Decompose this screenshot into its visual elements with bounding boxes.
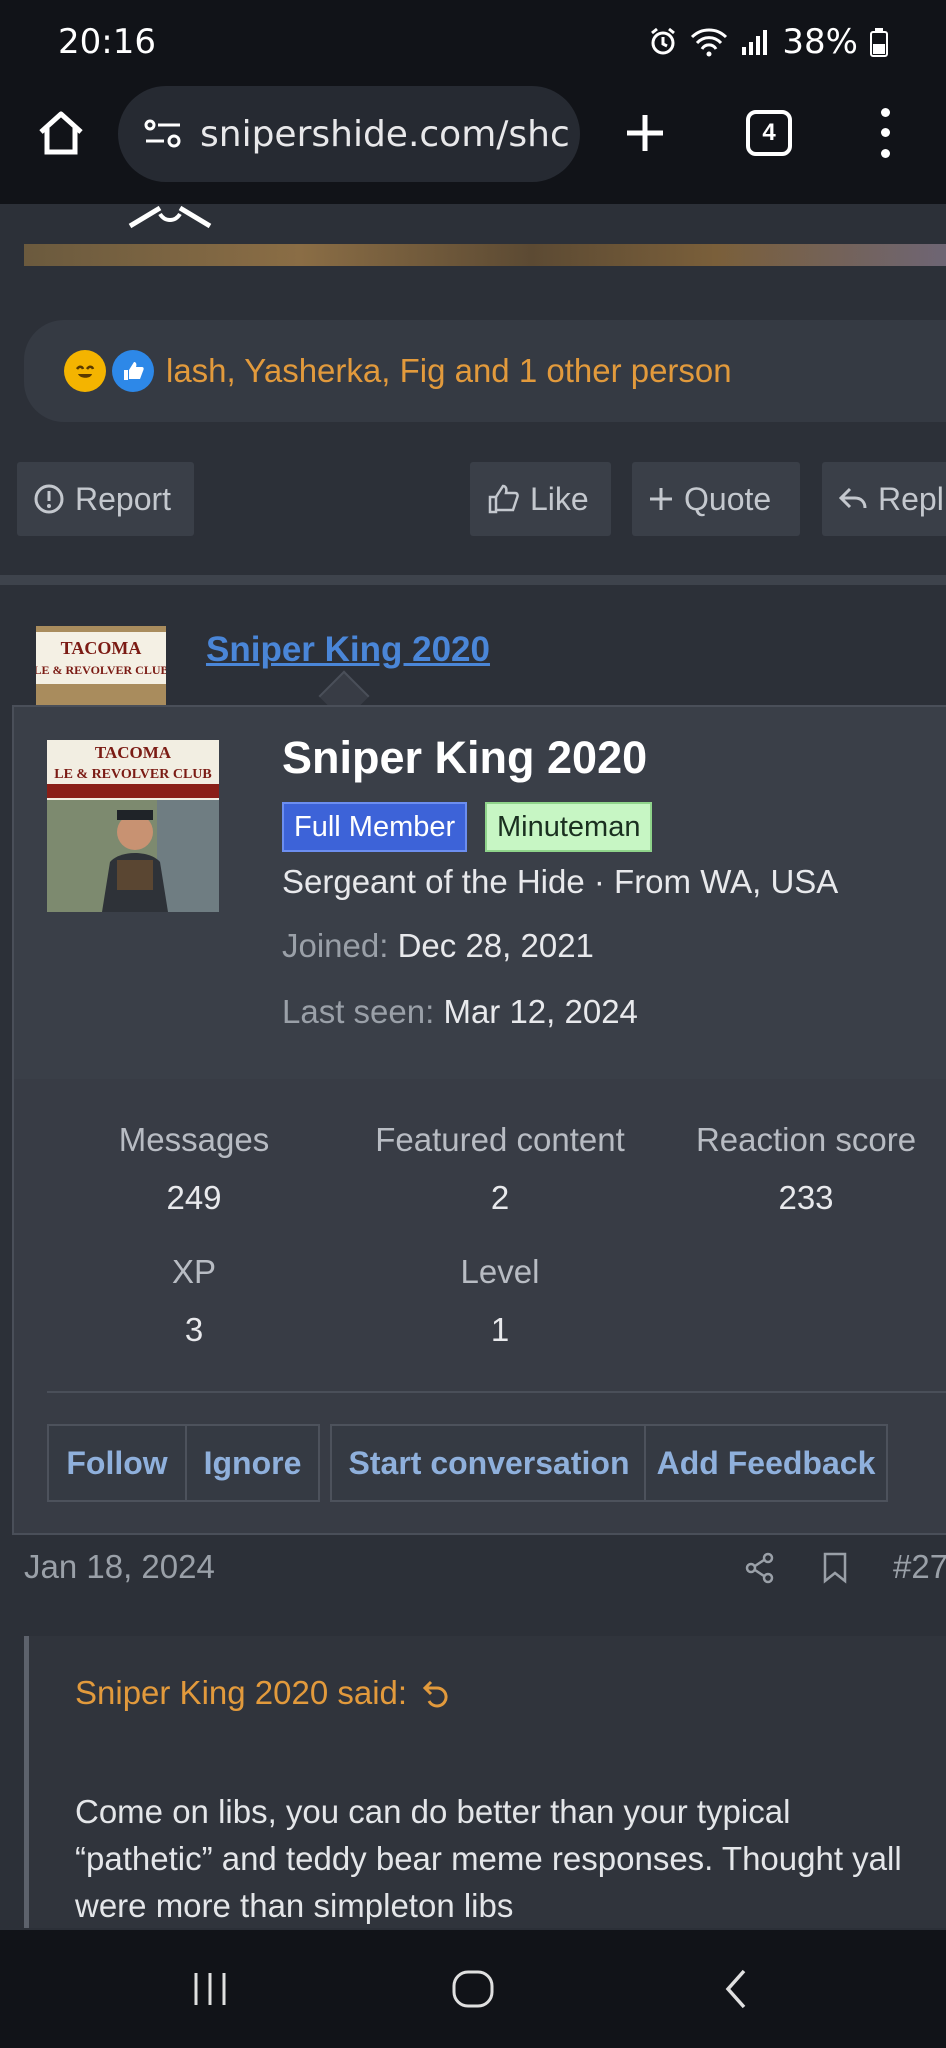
svg-text:LE & REVOLVER CLUB: LE & REVOLVER CLUB: [36, 663, 166, 677]
reply-button[interactable]: Repl: [822, 462, 946, 536]
member-name[interactable]: Sniper King 2020: [282, 732, 647, 784]
stat-level-label: Level: [460, 1253, 540, 1290]
recent-apps-icon: [194, 1973, 226, 2005]
wifi-icon: [691, 28, 728, 57]
bookmark-icon[interactable]: [822, 1552, 848, 1584]
post-image-strip: [0, 204, 946, 266]
browser-toolbar: snipershide.com/shc 4: [0, 80, 946, 204]
jump-to-quote-icon: [422, 1680, 448, 1708]
last-seen-value: Mar 12, 2024: [443, 993, 638, 1030]
reply-label: Repl: [878, 480, 944, 517]
reply-icon: [838, 487, 867, 509]
stat-featured-value[interactable]: 2: [350, 1179, 650, 1217]
post-avatar[interactable]: TACOMA LE & REVOLVER CLUB: [36, 626, 166, 706]
system-nav-bar: [0, 1930, 946, 2048]
report-button[interactable]: Report: [17, 462, 194, 536]
home-icon: [39, 111, 83, 155]
member-title-line: Sergeant of the Hide · From WA, USA: [282, 863, 839, 900]
stat-xp-label: XP: [171, 1253, 217, 1290]
stat-featured-label: Featured content: [375, 1121, 625, 1158]
reactions-list-link[interactable]: lash, Yasherka, Fig and 1 other person: [166, 352, 732, 390]
back-button[interactable]: [706, 1960, 766, 2018]
thumbs-up-icon: [488, 484, 519, 514]
status-bar: 20:16 38%: [0, 0, 946, 80]
home-button[interactable]: [30, 102, 92, 164]
member-last-seen: Last seen: Mar 12, 2024: [282, 993, 638, 1031]
joined-value: Dec 28, 2021: [397, 927, 594, 964]
badge-minuteman: Minuteman: [485, 802, 653, 852]
crossed-rifles-image: [128, 205, 212, 229]
status-icons: 38%: [648, 22, 888, 62]
quote-button[interactable]: Quote: [632, 462, 800, 536]
stat-level-value: 1: [490, 1311, 510, 1348]
member-joined: Joined: Dec 28, 2021: [282, 927, 594, 965]
badge-full-member: Full Member: [282, 802, 468, 852]
post-date[interactable]: Jan 18, 2024: [24, 1548, 215, 1586]
stats-divider: [47, 1391, 946, 1393]
site-settings-icon[interactable]: [140, 111, 186, 157]
signal-icon: [742, 30, 768, 55]
like-label: Like: [530, 480, 589, 517]
quote-label: Quote: [684, 480, 772, 517]
post-username-link[interactable]: Sniper King 2020: [206, 630, 490, 670]
report-icon: [34, 484, 64, 514]
svg-text:TACOMA: TACOMA: [61, 638, 142, 658]
browser-menu-button[interactable]: [870, 102, 900, 164]
like-reaction-icon: [112, 350, 154, 392]
url-text: snipershide.com/shc: [200, 113, 570, 155]
battery-percent: 38%: [782, 22, 858, 62]
stat-messages-value[interactable]: 249: [44, 1179, 344, 1217]
post-divider: [0, 575, 946, 585]
stat-messages-label: Messages: [118, 1121, 270, 1158]
home-circle-icon: [452, 1970, 494, 2008]
report-label: Report: [75, 480, 172, 517]
stat-xp-value: 3: [184, 1311, 204, 1348]
like-button[interactable]: Like: [470, 462, 611, 536]
member-tooltip: TACOMA LE & REVOLVER CLUB Sniper King 20…: [12, 705, 946, 1535]
plus-icon: [627, 115, 663, 151]
quote-author-text: Sniper King 2020 said:: [75, 1674, 408, 1711]
address-bar[interactable]: snipershide.com/shc: [118, 86, 580, 182]
quote-author-link[interactable]: Sniper King 2020 said:: [75, 1674, 451, 1712]
post-number-link[interactable]: #27: [893, 1548, 946, 1586]
joined-label: Joined:: [282, 927, 389, 964]
follow-button[interactable]: Follow: [47, 1424, 187, 1502]
tab-switcher-button[interactable]: 4: [746, 110, 792, 156]
start-conversation-button[interactable]: Start conversation: [330, 1424, 648, 1502]
reactions-bar[interactable]: lash, Yasherka, Fig and 1 other person: [24, 320, 946, 422]
stat-reaction-label: Reaction score: [695, 1121, 917, 1158]
svg-text:TACOMA: TACOMA: [95, 743, 172, 762]
back-chevron-icon: [725, 1969, 746, 2009]
ignore-button[interactable]: Ignore: [185, 1424, 320, 1502]
member-tooltip-header: TACOMA LE & REVOLVER CLUB Sniper King 20…: [14, 707, 946, 1079]
battery-icon: [870, 28, 888, 57]
laughing-emoji-icon: [64, 350, 106, 392]
share-icon[interactable]: [744, 1552, 776, 1584]
recent-apps-button[interactable]: [180, 1960, 240, 2018]
post-image-band: [24, 244, 946, 266]
quote-text: Come on libs, you can do better than you…: [75, 1793, 902, 1924]
svg-text:LE & REVOLVER CLUB: LE & REVOLVER CLUB: [54, 767, 212, 782]
home-nav-button[interactable]: [443, 1960, 503, 2018]
add-feedback-button[interactable]: Add Feedback: [644, 1424, 888, 1502]
status-time: 20:16: [58, 22, 156, 62]
member-avatar[interactable]: TACOMA LE & REVOLVER CLUB: [47, 740, 219, 912]
quote-block: Sniper King 2020 said: Come on libs, you…: [24, 1636, 946, 1928]
plus-icon: [650, 488, 672, 510]
new-tab-button[interactable]: [614, 102, 676, 164]
viewport: 20:16 38% snipershide.com/shc 4 lash, Ya…: [0, 0, 946, 2048]
alarm-icon: [651, 27, 676, 55]
stat-reaction-value: 233: [778, 1179, 834, 1216]
last-seen-label: Last seen:: [282, 993, 435, 1030]
